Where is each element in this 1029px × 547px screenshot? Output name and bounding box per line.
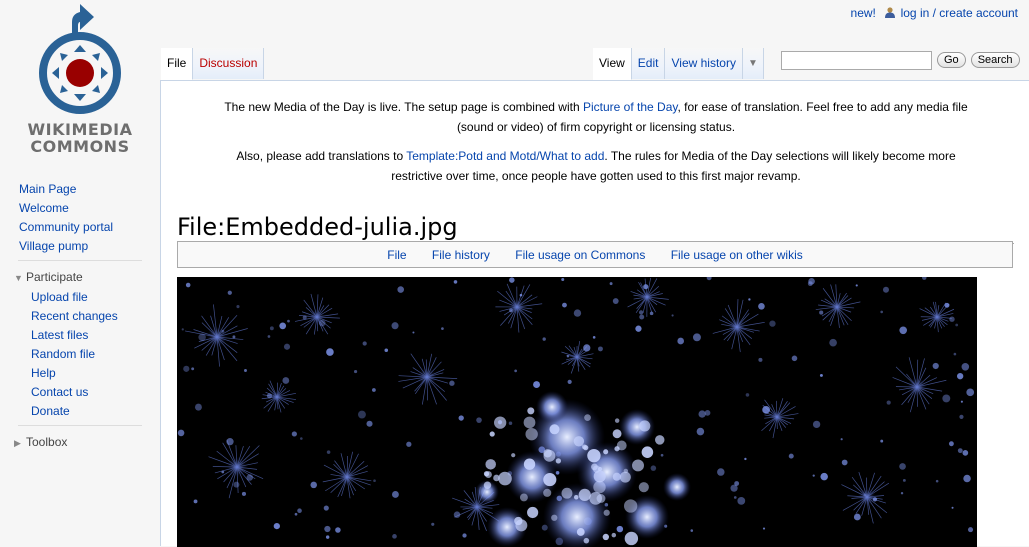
search-input[interactable] — [781, 51, 932, 70]
notice-text: Also, please add translations to — [236, 149, 406, 163]
notice-text: The new Media of the Day is live. The se… — [224, 100, 583, 114]
sidebar: Main Page Welcome Community portal Villa… — [0, 180, 160, 453]
nav-main-page[interactable]: Main Page — [0, 180, 160, 199]
view-tabs: View Edit View history ▼ — [593, 48, 764, 80]
nav-latest-files[interactable]: Latest files — [0, 326, 160, 345]
nav-random-file[interactable]: Random file — [0, 345, 160, 364]
logo-line2: COMMONS — [0, 138, 160, 155]
nav-village-pump[interactable]: Village pump — [0, 237, 160, 256]
user-icon — [885, 6, 898, 20]
nav-upload-file[interactable]: Upload file — [0, 288, 160, 307]
tab-view-history[interactable]: View history — [665, 48, 742, 79]
site-notice-1: The new Media of the Day is live. The se… — [176, 97, 1016, 137]
file-image[interactable] — [177, 277, 977, 547]
nav-donate[interactable]: Donate — [0, 402, 160, 421]
nav-divider — [18, 425, 142, 426]
commons-logo-icon — [0, 0, 160, 120]
personal-tools: new! log in / create account — [845, 6, 1018, 20]
julia-fractal-image — [177, 277, 977, 547]
site-logo[interactable]: WIKIMEDIA COMMONS — [0, 0, 160, 160]
content-area: The new Media of the Day is live. The se… — [160, 80, 1029, 546]
tab-discussion[interactable]: Discussion — [193, 48, 264, 79]
chevron-down-icon: ▼ — [748, 58, 758, 69]
notice-text: (sound or video) of firm copyright or li… — [457, 120, 735, 134]
nav-divider — [18, 260, 142, 261]
file-toc: File File history File usage on Commons … — [177, 241, 1013, 268]
tab-edit[interactable]: Edit — [632, 48, 666, 79]
toc-file[interactable]: File — [387, 248, 406, 262]
toc-file-usage-commons[interactable]: File usage on Commons — [515, 248, 645, 262]
site-notice-2: Also, please add translations to Templat… — [176, 146, 1016, 186]
page-title: File:Embedded-julia.jpg — [177, 212, 1014, 244]
participate-label: Participate — [26, 270, 83, 284]
triangle-down-icon: ▼ — [14, 269, 26, 288]
nav-recent-changes[interactable]: Recent changes — [0, 307, 160, 326]
namespace-tabs: File Discussion — [161, 48, 264, 80]
login-link[interactable]: log in / create account — [901, 6, 1018, 20]
toolbox-label: Toolbox — [26, 435, 67, 449]
nav-contact-us[interactable]: Contact us — [0, 383, 160, 402]
new-link[interactable]: new! — [851, 6, 876, 20]
search-button[interactable]: Search — [971, 52, 1020, 68]
search-box: Go Search — [781, 50, 1020, 70]
more-actions-button[interactable]: ▼ — [743, 48, 764, 79]
picture-of-the-day-link[interactable]: Picture of the Day — [583, 100, 678, 114]
notice-text: restrictive over time, once people have … — [391, 169, 801, 183]
toc-file-usage-other-wikis[interactable]: File usage on other wikis — [671, 248, 803, 262]
toc-file-history[interactable]: File history — [432, 248, 490, 262]
nav-welcome[interactable]: Welcome — [0, 199, 160, 218]
logo-line1: WIKIMEDIA — [0, 121, 160, 138]
nav-help[interactable]: Help — [0, 364, 160, 383]
nav-community-portal[interactable]: Community portal — [0, 218, 160, 237]
notice-text: , for ease of translation. Feel free to … — [677, 100, 967, 114]
toolbox-header[interactable]: ▶Toolbox — [0, 433, 160, 453]
template-link[interactable]: Template:Potd and Motd/What to add — [406, 149, 604, 163]
go-button[interactable]: Go — [937, 52, 966, 68]
triangle-right-icon: ▶ — [14, 434, 26, 453]
logo-wordmark: WIKIMEDIA COMMONS — [0, 121, 160, 155]
tab-file[interactable]: File — [161, 48, 193, 80]
tab-view[interactable]: View — [593, 48, 632, 80]
participate-header[interactable]: ▼Participate — [0, 268, 160, 288]
notice-text: . The rules for Media of the Day selecti… — [604, 149, 955, 163]
